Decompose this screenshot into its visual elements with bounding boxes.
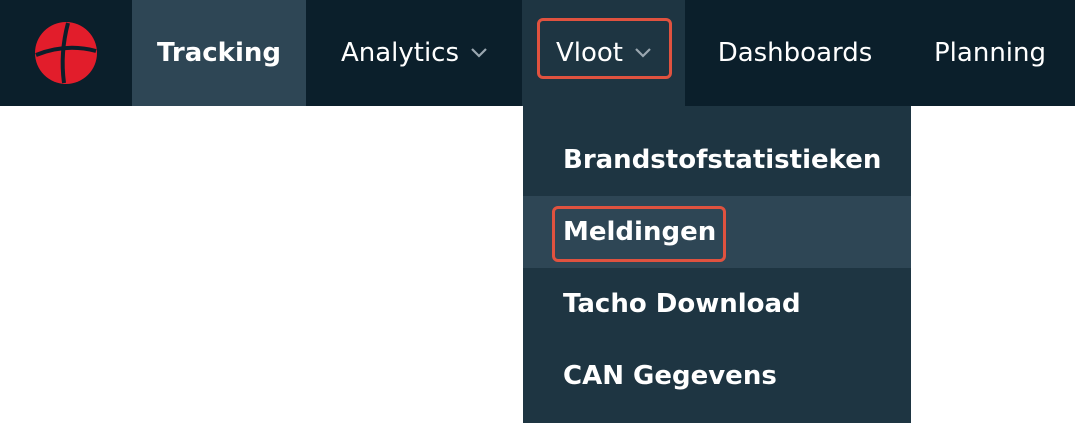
menu-item-label: Tacho Download (563, 289, 801, 319)
menu-item-meldingen[interactable]: Meldingen (523, 196, 911, 268)
nav-item-analytics[interactable]: Analytics (306, 0, 522, 106)
menu-item-tacho-download[interactable]: Tacho Download (523, 268, 911, 340)
top-navbar: Tracking Analytics Vloot Dashboards Plan… (0, 0, 1075, 106)
vloot-dropdown-menu: Brandstofstatistieken Meldingen Tacho Do… (523, 106, 911, 423)
nav-item-label: Analytics (340, 38, 460, 68)
nav-item-dashboards[interactable]: Dashboards (690, 0, 900, 106)
globe-logo-icon (35, 22, 97, 84)
menu-item-label: Brandstofstatistieken (563, 145, 882, 175)
chevron-down-icon (471, 48, 487, 58)
chevron-down-icon (635, 48, 651, 58)
menu-item-can-gegevens[interactable]: CAN Gegevens (523, 340, 911, 412)
nav-item-label: Vloot (555, 38, 624, 68)
menu-item-label: Meldingen (563, 217, 717, 247)
nav-item-label: Dashboards (717, 38, 873, 68)
logo[interactable] (0, 0, 132, 106)
menu-item-brandstofstatistieken[interactable]: Brandstofstatistieken (523, 124, 911, 196)
nav-item-planning[interactable]: Planning (910, 0, 1070, 106)
nav-item-label: Tracking (157, 38, 281, 68)
menu-item-label: CAN Gegevens (563, 361, 777, 391)
nav-item-vloot[interactable]: Vloot (522, 0, 685, 106)
nav-item-tracking[interactable]: Tracking (132, 0, 306, 106)
nav-item-label: Planning (934, 38, 1046, 68)
